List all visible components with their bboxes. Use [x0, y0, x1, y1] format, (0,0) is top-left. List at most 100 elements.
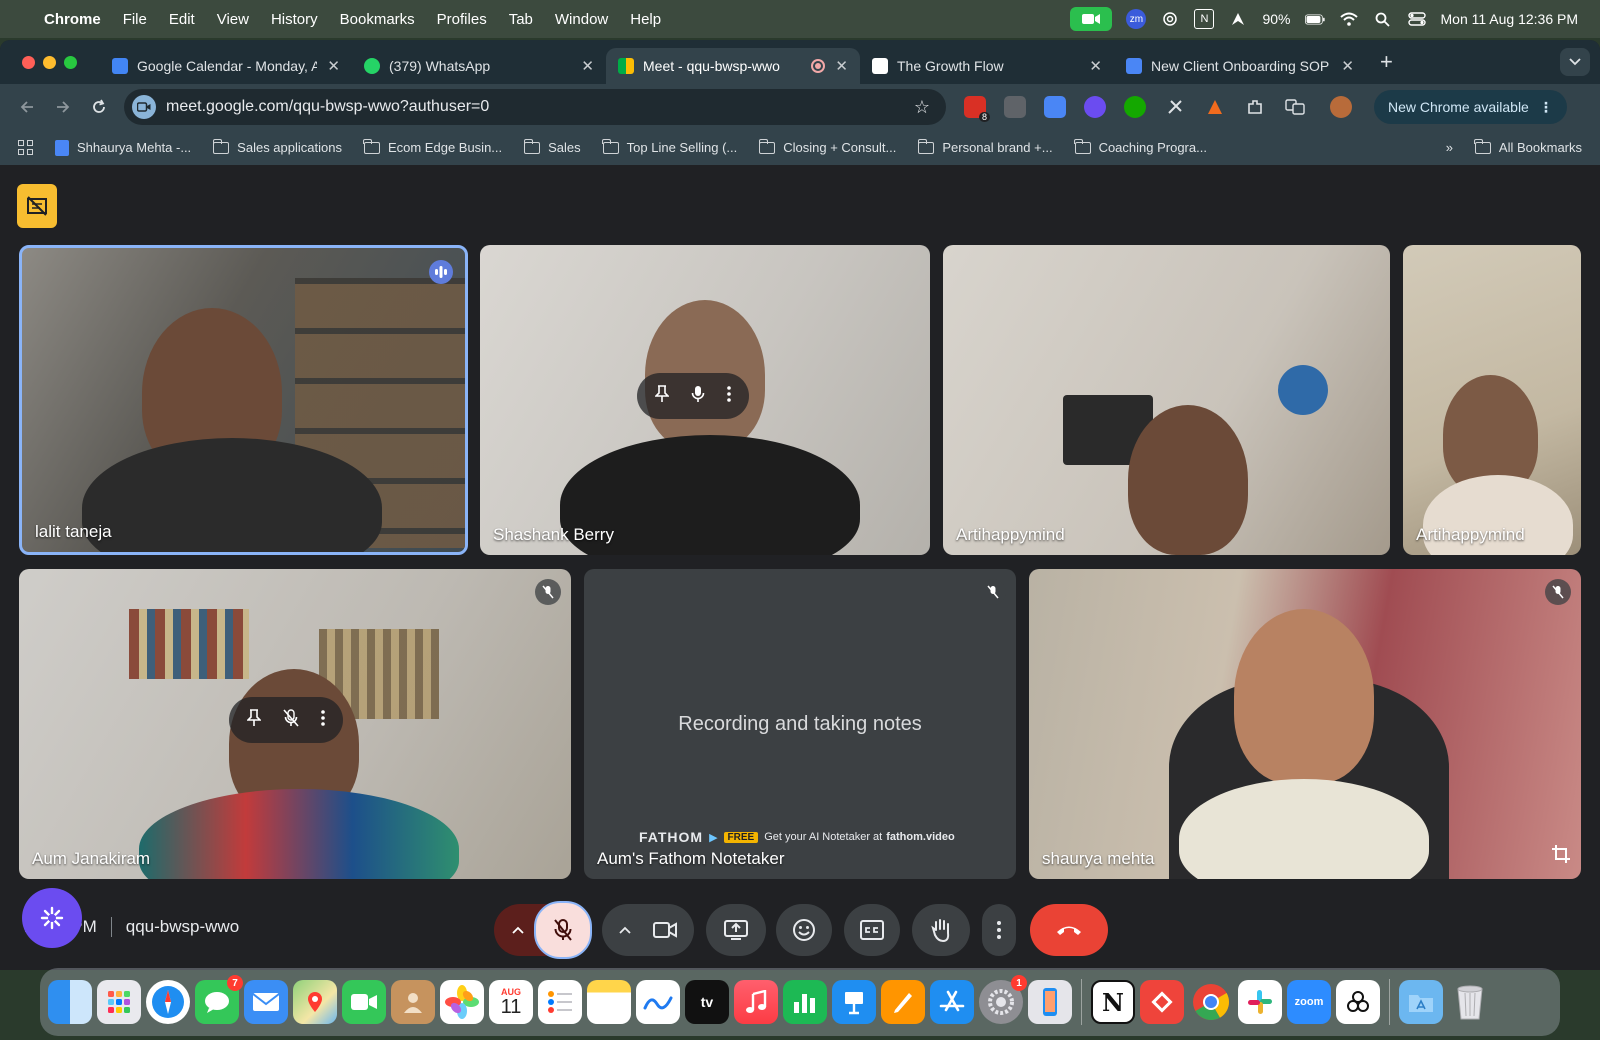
reminders-icon[interactable]: [538, 980, 582, 1024]
raise-hand-button[interactable]: [912, 904, 970, 956]
close-tab-icon[interactable]: ✕: [581, 57, 594, 75]
tab-search-chevron-icon[interactable]: [1560, 48, 1590, 76]
menu-view[interactable]: View: [217, 11, 249, 28]
bookmark-star-icon[interactable]: ☆: [914, 97, 930, 118]
system-settings-icon[interactable]: 1: [979, 975, 1027, 1024]
bookmark-folder[interactable]: Ecom Edge Busin...: [363, 138, 502, 155]
bookmark-folder[interactable]: Personal brand +...: [917, 138, 1053, 155]
control-center-icon[interactable]: [1407, 9, 1427, 29]
photos-icon[interactable]: [440, 980, 484, 1024]
notes-icon[interactable]: [587, 980, 631, 1024]
reactions-button[interactable]: [776, 904, 832, 956]
bookmark-folder[interactable]: Coaching Progra...: [1074, 138, 1207, 155]
extension-icon[interactable]: [1164, 96, 1186, 118]
contacts-icon[interactable]: [391, 980, 435, 1024]
bookmark-item[interactable]: Shhaurya Mehta -...: [55, 139, 191, 156]
battery-icon[interactable]: [1304, 9, 1325, 29]
finder-icon[interactable]: [48, 980, 92, 1024]
chatgpt-icon[interactable]: [1160, 9, 1180, 29]
chatgpt-app-icon[interactable]: [1336, 980, 1380, 1024]
url-text[interactable]: meet.google.com/qqu-bwsp-wwo?authuser=0: [166, 98, 914, 116]
video-settings-chevron-icon[interactable]: [619, 926, 631, 934]
menu-window[interactable]: Window: [555, 11, 608, 28]
zoom-icon[interactable]: zoom: [1287, 980, 1331, 1024]
camera-button[interactable]: [602, 904, 694, 956]
tab-google-calendar[interactable]: Google Calendar - Monday, A ✕: [100, 48, 352, 84]
notion-icon[interactable]: N: [1091, 980, 1135, 1024]
tab-whatsapp[interactable]: (379) WhatsApp ✕: [352, 48, 606, 84]
freeform-icon[interactable]: [636, 980, 680, 1024]
new-chrome-available-button[interactable]: New Chrome available ⋮: [1374, 90, 1567, 124]
fathom-extension-icon[interactable]: [1084, 96, 1106, 118]
profile-avatar[interactable]: [1330, 96, 1352, 118]
participant-tile[interactable]: Artihappymind: [943, 245, 1390, 555]
leave-call-button[interactable]: [1030, 904, 1108, 956]
new-tab-button[interactable]: +: [1380, 49, 1393, 75]
more-options-icon[interactable]: [727, 385, 731, 408]
calendar-extension-icon[interactable]: 8: [964, 96, 990, 122]
menu-help[interactable]: Help: [630, 11, 661, 28]
zoom-status-icon[interactable]: zm: [1126, 9, 1147, 29]
messages-icon[interactable]: 7: [195, 975, 243, 1024]
participant-tile[interactable]: Recording and taking notes FATHOM ▶ FREE…: [584, 569, 1016, 879]
more-options-button[interactable]: [982, 904, 1016, 956]
fathom-site-link[interactable]: fathom.video: [886, 831, 954, 843]
extension-icon[interactable]: [1204, 96, 1226, 118]
applications-folder-icon[interactable]: [1399, 980, 1443, 1024]
participant-tile[interactable]: shaurya mehta: [1029, 569, 1581, 879]
participant-tile[interactable]: Shashank Berry: [480, 245, 930, 555]
anydesk-icon[interactable]: [1140, 980, 1184, 1024]
extensions-puzzle-icon[interactable]: [1244, 96, 1266, 118]
bookmark-folder[interactable]: Top Line Selling (...: [602, 138, 737, 155]
fathom-floating-button[interactable]: [22, 888, 82, 948]
participant-tile[interactable]: Aum Janakiram: [19, 569, 571, 879]
wifi-icon[interactable]: [1339, 9, 1359, 29]
trash-icon[interactable]: [1448, 980, 1492, 1024]
close-tab-icon[interactable]: ✕: [835, 57, 848, 75]
menu-app-name[interactable]: Chrome: [44, 11, 101, 28]
menubar-clock[interactable]: Mon 11 Aug 12:36 PM: [1441, 11, 1579, 27]
menu-file[interactable]: File: [123, 11, 147, 28]
all-bookmarks-folder[interactable]: All Bookmarks: [1474, 138, 1582, 155]
close-tab-icon[interactable]: ✕: [1341, 57, 1354, 75]
safari-icon[interactable]: [146, 980, 190, 1024]
menu-history[interactable]: History: [271, 11, 318, 28]
tab-client-onboarding[interactable]: New Client Onboarding SOP - ✕: [1114, 48, 1366, 84]
mail-icon[interactable]: [244, 980, 288, 1024]
present-screen-button[interactable]: [706, 904, 766, 956]
reload-icon[interactable]: [84, 92, 114, 122]
meeting-code[interactable]: qqu-bwsp-wwo: [126, 917, 239, 937]
tab-growth-flow[interactable]: The Growth Flow ✕: [860, 48, 1114, 84]
close-window-button[interactable]: [22, 55, 35, 69]
meet-brand-logo-icon[interactable]: [17, 184, 57, 228]
more-options-icon[interactable]: [321, 709, 325, 732]
launchpad-icon[interactable]: [97, 980, 141, 1024]
menu-bookmarks[interactable]: Bookmarks: [340, 11, 415, 28]
notion-menu-icon[interactable]: N: [1194, 9, 1215, 29]
back-arrow-icon[interactable]: [12, 92, 42, 122]
unmute-microphone-button[interactable]: [534, 901, 592, 959]
google-chrome-icon[interactable]: [1189, 980, 1233, 1024]
extension-icon[interactable]: [1004, 96, 1026, 118]
captions-button[interactable]: [844, 904, 900, 956]
mic-off-icon[interactable]: [283, 708, 299, 732]
address-bar[interactable]: meet.google.com/qqu-bwsp-wwo?authuser=0 …: [124, 89, 946, 125]
forward-arrow-icon[interactable]: [48, 92, 78, 122]
pages-icon[interactable]: [881, 980, 925, 1024]
tab-meet[interactable]: Meet - qqu-bwsp-wwo ✕: [606, 48, 860, 84]
more-bookmarks-chevron-icon[interactable]: »: [1446, 140, 1453, 155]
direction-arrow-icon[interactable]: [1228, 9, 1248, 29]
iphone-mirroring-icon[interactable]: [1028, 980, 1072, 1024]
spotlight-search-icon[interactable]: [1373, 9, 1393, 29]
facetime-icon[interactable]: [342, 980, 386, 1024]
keynote-icon[interactable]: [832, 980, 876, 1024]
close-tab-icon[interactable]: ✕: [327, 57, 340, 75]
extension-icon[interactable]: [1044, 96, 1066, 118]
camera-in-use-icon[interactable]: [1070, 7, 1113, 31]
bookmark-folder[interactable]: Sales: [523, 138, 581, 155]
music-icon[interactable]: [734, 980, 778, 1024]
more-vert-icon[interactable]: ⋮: [1539, 99, 1553, 116]
pin-icon[interactable]: [246, 708, 262, 732]
numbers-icon[interactable]: [783, 980, 827, 1024]
mute-participant-mic-icon[interactable]: [691, 385, 705, 408]
